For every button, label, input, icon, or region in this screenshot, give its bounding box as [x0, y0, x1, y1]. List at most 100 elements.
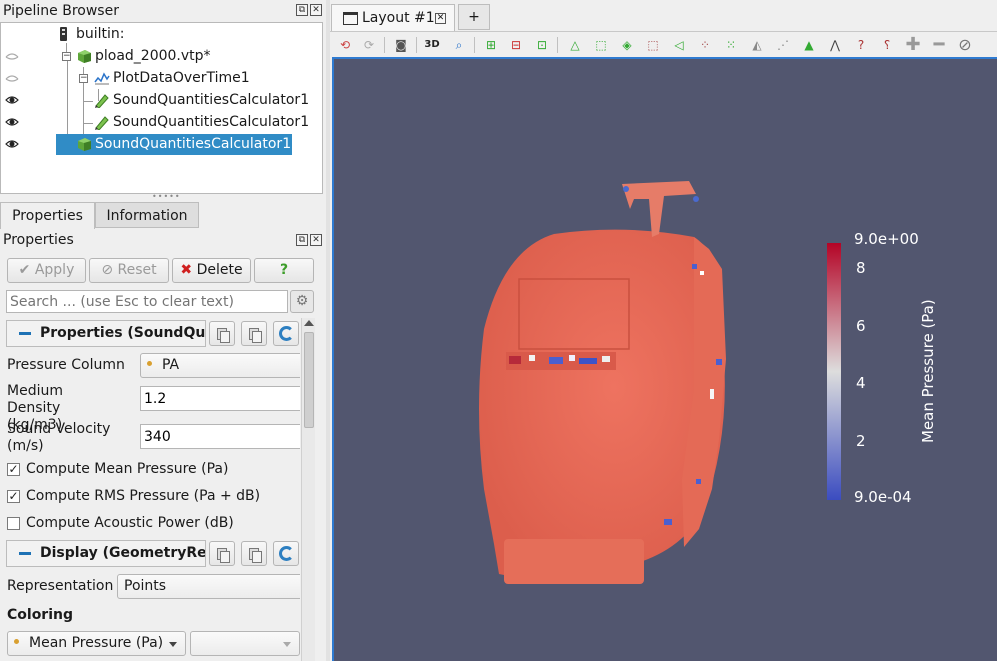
- reset-button[interactable]: ⊘ Reset: [89, 258, 169, 283]
- refresh-icon: [279, 546, 294, 561]
- eye-open-icon[interactable]: [5, 139, 19, 149]
- paste-display-button[interactable]: [241, 541, 267, 566]
- pressure-column-label: Pressure Column: [7, 357, 125, 373]
- colorbar[interactable]: [827, 243, 841, 500]
- select-blocks-icon[interactable]: ⁙: [722, 36, 740, 54]
- shrink-icon[interactable]: ━: [930, 36, 948, 54]
- apply-icon: ✔: [18, 262, 31, 278]
- pressure-column-select[interactable]: PA: [140, 353, 300, 378]
- edit-ruler-icon[interactable]: ⋀: [826, 36, 844, 54]
- tab-information[interactable]: Information: [95, 202, 199, 228]
- left-dock-area: Pipeline Browser ⧉ ✕ builtin: − pload_20…: [0, 0, 326, 661]
- colorbar-tick-label: 8: [856, 259, 866, 277]
- camera-undo-icon[interactable]: ⟳: [360, 36, 378, 54]
- select-cells-through-icon[interactable]: ⊡: [533, 36, 551, 54]
- colorbar-tick-label: 2: [856, 432, 866, 450]
- gear-icon[interactable]: ⚙: [290, 290, 314, 313]
- select-points-on-icon[interactable]: ⊟: [507, 36, 525, 54]
- scroll-up-icon[interactable]: [304, 320, 314, 326]
- medium-density-field[interactable]: [140, 386, 300, 411]
- find-data-icon[interactable]: ?: [852, 36, 870, 54]
- restore-defaults-button[interactable]: [273, 321, 299, 346]
- float-dock-icon[interactable]: ⧉: [296, 234, 308, 246]
- toggle-3d-button[interactable]: 3D: [423, 36, 441, 54]
- hover-cells-icon[interactable]: ◁: [670, 36, 688, 54]
- interactive-select-cells-icon[interactable]: ◈: [618, 36, 636, 54]
- collapse-toggle-icon[interactable]: −: [62, 52, 71, 61]
- reset-icon: ⊘: [101, 262, 114, 278]
- pipeline-item-label: builtin:: [76, 26, 125, 42]
- colorbar-min-label: 9.0e-04: [854, 488, 912, 506]
- toggle-interactive-icon[interactable]: ▲: [800, 36, 818, 54]
- tab-properties[interactable]: Properties: [0, 202, 95, 229]
- compute-mean-label: Compute Mean Pressure (Pa): [26, 461, 229, 477]
- chevron-down-icon: [169, 642, 177, 647]
- float-dock-icon[interactable]: ⧉: [296, 4, 308, 16]
- grow-icon[interactable]: ✚: [904, 36, 922, 54]
- colorbar-tick-label: 6: [856, 317, 866, 335]
- eye-closed-icon[interactable]: [5, 73, 19, 83]
- pipeline-item-sound-calculator[interactable]: SoundQuantitiesCalculator1: [1, 111, 322, 133]
- coloring-select[interactable]: Mean Pressure (Pa): [7, 631, 186, 656]
- colorbar-max-label: 9.0e+00: [854, 230, 919, 248]
- add-layout-button[interactable]: +: [458, 4, 490, 30]
- compute-rms-checkbox[interactable]: ✓: [7, 490, 20, 503]
- select-polygon-points-icon[interactable]: ⬚: [592, 36, 610, 54]
- shrink-selection-icon[interactable]: ⋰: [774, 36, 792, 54]
- help-button[interactable]: ?: [254, 258, 314, 283]
- close-dock-icon[interactable]: ✕: [310, 4, 322, 16]
- query-icon[interactable]: ⸮: [878, 36, 896, 54]
- properties-scrollbar[interactable]: [301, 318, 315, 661]
- apply-button[interactable]: ✔ Apply: [7, 258, 86, 283]
- select-cells-on-icon[interactable]: ⊞: [482, 36, 500, 54]
- pipeline-item-plot-data-over-time[interactable]: − PlotDataOverTime1: [1, 67, 322, 89]
- paste-parameters-button[interactable]: [241, 321, 267, 346]
- camera-icon[interactable]: ◙: [392, 36, 410, 54]
- interactive-select-points-icon[interactable]: ⬚: [644, 36, 662, 54]
- eye-open-icon[interactable]: [5, 117, 19, 127]
- render-scene[interactable]: [334, 59, 997, 661]
- coloring-value: Mean Pressure (Pa): [29, 635, 164, 651]
- server-icon: [59, 26, 69, 42]
- search-input[interactable]: [6, 290, 288, 313]
- pipeline-item-pload[interactable]: − pload_2000.vtp*: [1, 45, 322, 67]
- compute-power-checkbox[interactable]: [7, 517, 20, 530]
- display-section-header[interactable]: Display (GeometryRepresentation): [6, 540, 206, 567]
- select-polygon-cells-icon[interactable]: △: [566, 36, 584, 54]
- compute-mean-checkbox[interactable]: ✓: [7, 463, 20, 476]
- hover-points-icon[interactable]: ⁘: [696, 36, 714, 54]
- properties-section-header[interactable]: Properties (SoundQuantitiesCalculator1): [6, 320, 206, 347]
- copy-display-button[interactable]: [209, 541, 235, 566]
- close-dock-icon[interactable]: ✕: [310, 234, 322, 246]
- sound-velocity-field[interactable]: [140, 424, 300, 449]
- dataset-cube-icon: [76, 48, 92, 64]
- restore-display-defaults-button[interactable]: [273, 541, 299, 566]
- pipeline-tree[interactable]: builtin: − pload_2000.vtp* − PlotDataOve…: [0, 22, 323, 194]
- tab-layout-1[interactable]: Layout #1 ✕: [331, 4, 455, 31]
- copy-parameters-button[interactable]: [209, 321, 235, 346]
- reset-camera-icon[interactable]: ⟲: [336, 36, 354, 54]
- collapse-toggle-icon[interactable]: −: [79, 74, 88, 83]
- pipeline-item-sound-calculator[interactable]: SoundQuantitiesCalculator1: [1, 89, 322, 111]
- delete-button[interactable]: ✖ Delete: [172, 258, 251, 283]
- pipeline-item-builtin[interactable]: builtin:: [1, 23, 322, 45]
- zoom-to-box-icon[interactable]: ⌕: [450, 36, 468, 54]
- render-view[interactable]: 9.0e+00 8 6 4 2 9.0e-04 Mean Pressure (P…: [332, 57, 997, 661]
- component-select[interactable]: [190, 631, 300, 656]
- point-data-icon: [147, 360, 152, 366]
- eye-open-icon[interactable]: [5, 95, 19, 105]
- clear-selection-icon[interactable]: ⊘: [956, 36, 974, 54]
- grow-selection-icon[interactable]: ◭: [748, 36, 766, 54]
- representation-label: Representation: [7, 578, 114, 594]
- head-model[interactable]: [479, 181, 726, 584]
- eye-closed-icon[interactable]: [5, 51, 19, 61]
- pipeline-item-sound-calculator-selected[interactable]: SoundQuantitiesCalculator1: [1, 133, 322, 155]
- pipeline-item-label: pload_2000.vtp*: [95, 48, 211, 64]
- splitter-handle[interactable]: •••••: [152, 193, 180, 201]
- representation-select[interactable]: Points: [117, 574, 300, 599]
- point-data-icon: [14, 638, 19, 644]
- toolbar-separator: [384, 37, 385, 53]
- toolbar-separator: [474, 37, 475, 53]
- close-tab-icon[interactable]: ✕: [435, 13, 446, 24]
- scrollbar-thumb[interactable]: [304, 332, 314, 428]
